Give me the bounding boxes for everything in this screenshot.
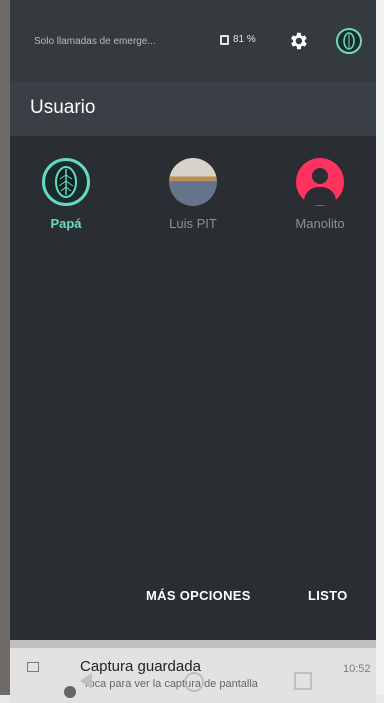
left-edge — [0, 0, 10, 695]
user-item-luis-pit[interactable]: Luis PIT — [143, 158, 243, 231]
right-edge — [376, 0, 384, 695]
quick-settings-panel: Solo llamadas de emerge... 81 % Usuario — [10, 0, 376, 640]
more-options-button[interactable]: MÁS OPCIONES — [146, 588, 251, 603]
avatar — [169, 158, 217, 206]
done-button[interactable]: LISTO — [308, 588, 348, 603]
battery-indicator: 81 % — [220, 34, 256, 45]
status-notification-text: Solo llamadas de emerge... — [34, 36, 156, 47]
user-name: Papá — [50, 216, 82, 231]
person-body-shape — [304, 187, 336, 205]
status-bar: Solo llamadas de emerge... 81 % — [10, 0, 376, 82]
settings-gear-icon[interactable] — [287, 30, 309, 52]
recent-apps-icon[interactable] — [294, 672, 312, 690]
screenshot-icon — [27, 662, 39, 672]
person-icon — [312, 168, 328, 184]
current-user-avatar[interactable] — [336, 28, 362, 54]
action-bar: MÁS OPCIONES LISTO — [10, 580, 376, 620]
user-item-papa[interactable]: Papá — [16, 158, 116, 231]
battery-icon — [220, 34, 229, 45]
back-icon[interactable] — [80, 673, 92, 689]
nav-bar — [70, 670, 312, 695]
notification-time: 10:52 — [343, 663, 371, 675]
avatar — [296, 158, 344, 206]
avatar — [42, 158, 90, 206]
leaf-icon — [343, 32, 355, 50]
user-name: Luis PIT — [169, 216, 217, 231]
user-header: Usuario — [10, 82, 376, 136]
leaf-icon — [55, 166, 77, 198]
user-name: Manolito — [295, 216, 345, 231]
user-item-manolito[interactable]: Manolito — [270, 158, 370, 231]
home-icon[interactable] — [184, 672, 204, 692]
page-title: Usuario — [30, 97, 96, 118]
user-list: Papá Luis PIT Manolito — [10, 136, 376, 276]
battery-percent: 81 % — [233, 34, 256, 45]
